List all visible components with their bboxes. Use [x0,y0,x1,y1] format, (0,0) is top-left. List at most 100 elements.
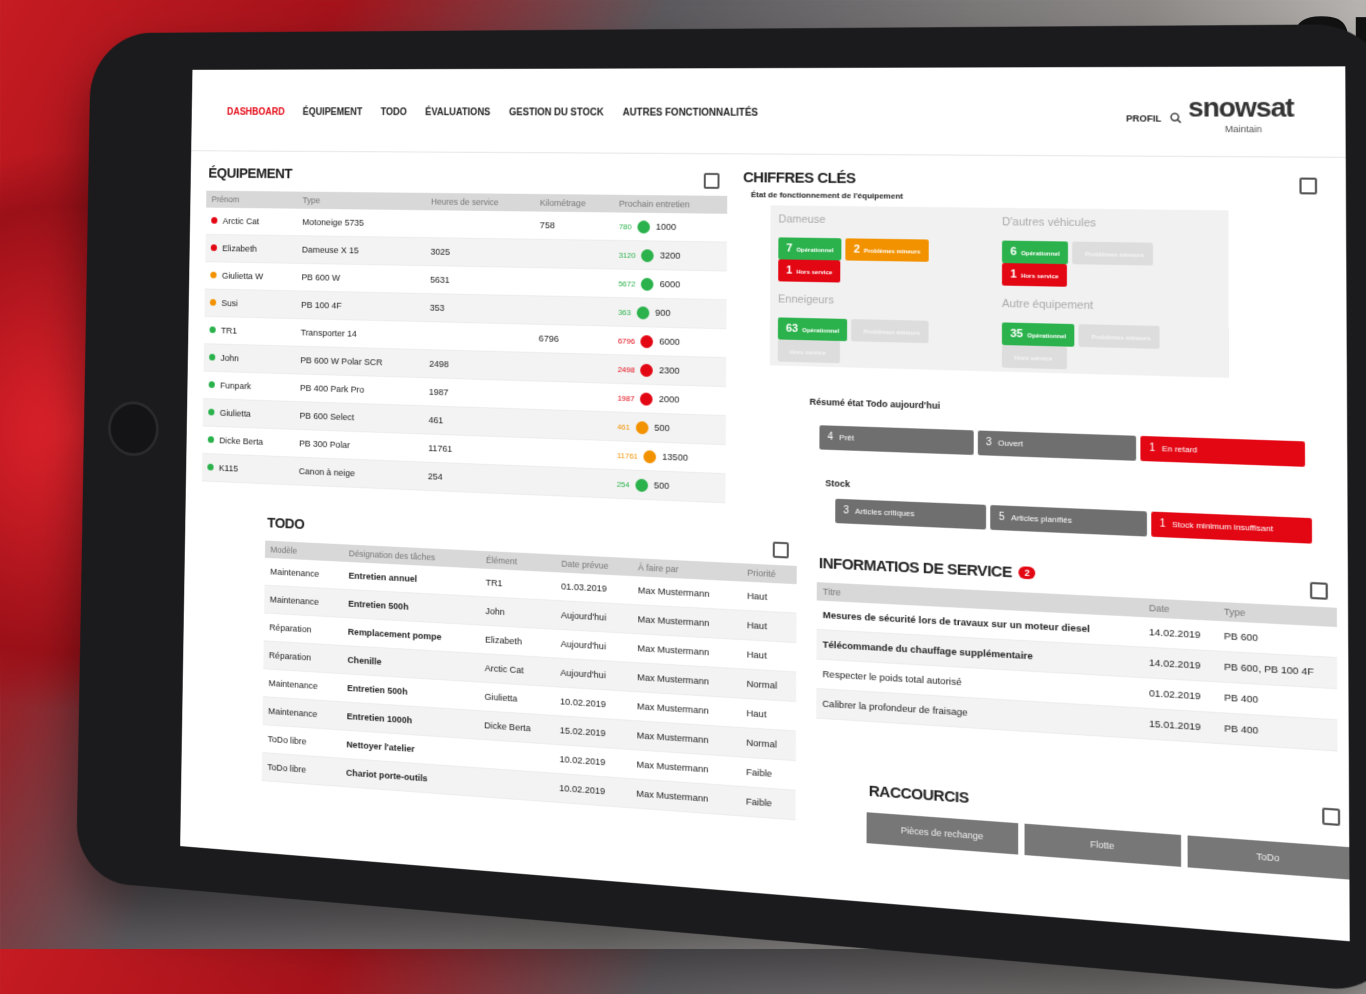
bar-label: Stock minimum insuffisant [1172,520,1273,534]
summary-bar[interactable]: 1Stock minimum insuffisant [1151,512,1312,544]
service-gauge-icon [635,478,648,491]
status-dot-icon [209,353,215,360]
stock-bars: 3Articles critiques5Articles planifiés1S… [835,499,1312,544]
equipment-type: Motoneige 5735 [297,209,426,238]
todo-priority: Normal [741,669,797,702]
equipment-type: PB 600 W [296,263,425,293]
service-hours: 3025 [425,238,534,268]
status-dot-icon [211,244,217,251]
key-figure-box: Dameuse7Opérationnel2Problèmes mineurs1H… [770,205,995,289]
nav-item-3[interactable]: ÉVALUATIONS [425,107,490,118]
service-hours: 5631 [424,266,533,296]
status-chip[interactable]: 7Opérationnel [778,237,841,260]
equipment-name-cell: Giulietta [203,399,295,430]
status-chip[interactable]: 2Problèmes mineurs [845,238,928,262]
status-chip[interactable]: Hors service [778,339,840,363]
next-service-current: 6796 [618,336,635,345]
nav-item-4[interactable]: GESTION DU STOCK [509,108,604,119]
equipment-name-cell: K115 [202,453,294,484]
search-icon[interactable] [1170,112,1182,123]
equipment-type: PB 100 4F [295,291,424,322]
expand-icon[interactable] [1310,582,1328,600]
bar-count: 5 [999,512,1005,524]
next-service-current: 363 [618,307,631,316]
next-service-current: 1987 [617,393,634,402]
summary-bar[interactable]: 5Articles planifiés [991,505,1147,536]
chip-label: Problèmes mineurs [1092,335,1151,343]
main-menu: DASHBOARD ÉQUIPEMENT TODO ÉVALUATIONS GESTIO… [227,107,758,118]
shortcut-button[interactable]: Flotte [1025,824,1182,867]
next-service-target: 1000 [656,221,677,232]
status-chip[interactable]: 35Opérationnel [1002,322,1075,346]
profile-link[interactable]: PROFIL [1126,113,1161,123]
todo-date: Aujourd'hui [554,658,631,691]
expand-icon[interactable] [773,542,789,559]
shortcut-button[interactable]: ToDo [1188,835,1350,879]
status-chip[interactable]: 63Opérationnel [778,317,848,341]
home-button[interactable] [108,401,159,457]
column-header: Heures de service [425,193,534,212]
todo-priority: Normal [740,727,796,760]
status-chip[interactable]: Problèmes mineurs [1072,242,1152,266]
summary-bar[interactable]: 3Articles critiques [835,499,986,530]
chip-label: Opérationnel [796,248,833,255]
shortcut-button[interactable]: Pièces de rechange [867,812,1019,854]
equipment-title: ÉQUIPEMENT [208,165,727,186]
bar-label: Articles critiques [855,507,914,519]
next-service-cell: 363 900 [612,297,726,328]
equipment-type: Dameuse X 15 [296,236,425,266]
todo-element: TR1 [480,568,556,600]
summary-bar[interactable]: 3Ouvert [978,430,1137,460]
next-service-cell: 31203200 [613,240,727,271]
status-dot-icon [207,463,213,470]
next-service-target: 900 [655,307,670,318]
summary-bar[interactable]: 4Prêt [819,425,973,455]
chip-label: Problèmes mineurs [1085,252,1144,259]
summary-bar[interactable]: 1En retard [1141,436,1305,467]
next-service-current: 780 [619,222,632,231]
equipment-name: K115 [219,463,238,474]
expand-icon[interactable] [1322,808,1340,826]
nav-item-2[interactable]: TODO [381,107,407,118]
next-service-target: 6000 [659,336,680,347]
todo-priority: Haut [740,698,796,731]
equipment-type: PB 400 Park Pro [294,374,423,406]
equipment-name-cell: Arctic Cat [206,208,297,236]
service-info-panel: INFORMATIOS DE SERVICE2 TitreDateType Me… [816,551,1338,790]
todo-element: John [479,596,555,629]
snowsat-logo: snowsat Maintain [1188,92,1317,135]
status-chip[interactable]: Problèmes mineurs [851,319,928,343]
nav-item-0[interactable]: DASHBOARD [227,107,285,117]
status-chip[interactable]: 1Hors service [1002,263,1067,287]
equipment-name: Susi [221,298,238,309]
service-hours: 461 [423,406,533,438]
status-chip[interactable]: Problèmes mineurs [1079,324,1160,349]
service-info-date: 01.02.2019 [1143,678,1218,713]
chip-count: 1 [786,264,792,276]
service-info-date: 14.02.2019 [1142,647,1217,682]
column-header: Prénom [206,191,297,209]
service-hours: 2498 [423,350,532,381]
status-chip[interactable]: 1Hors service [778,259,840,282]
todo-element [478,768,554,802]
expand-icon[interactable] [1299,178,1317,195]
next-service-current: 3120 [619,250,636,259]
todo-panel: TODO ModèleDésignation des tâchesÉlément… [261,511,797,901]
expand-icon[interactable] [704,173,720,189]
mileage [532,466,611,498]
next-service-current: 461 [617,422,630,431]
todo-priority: Faible [740,757,796,790]
mileage: 6796 [533,324,612,354]
equipment-name: Arctic Cat [223,216,260,227]
next-service-target: 13500 [662,451,688,463]
status-chip[interactable]: 6Opérationnel [1002,241,1068,265]
next-service-cell: 6796 6000 [612,326,726,358]
next-service-cell: 461500 [611,412,726,445]
equipment-panel: ÉQUIPEMENT PrénomTypeHeures de serviceKi… [202,162,728,505]
chip-label: Opérationnel [1021,251,1060,258]
next-service-current: 2498 [618,365,635,374]
nav-item-5[interactable]: AUTRES FONCTIONNALITÉS [623,108,758,119]
nav-item-1[interactable]: ÉQUIPEMENT [303,107,363,118]
status-chip[interactable]: Hors service [1002,345,1067,369]
mileage [533,296,612,326]
